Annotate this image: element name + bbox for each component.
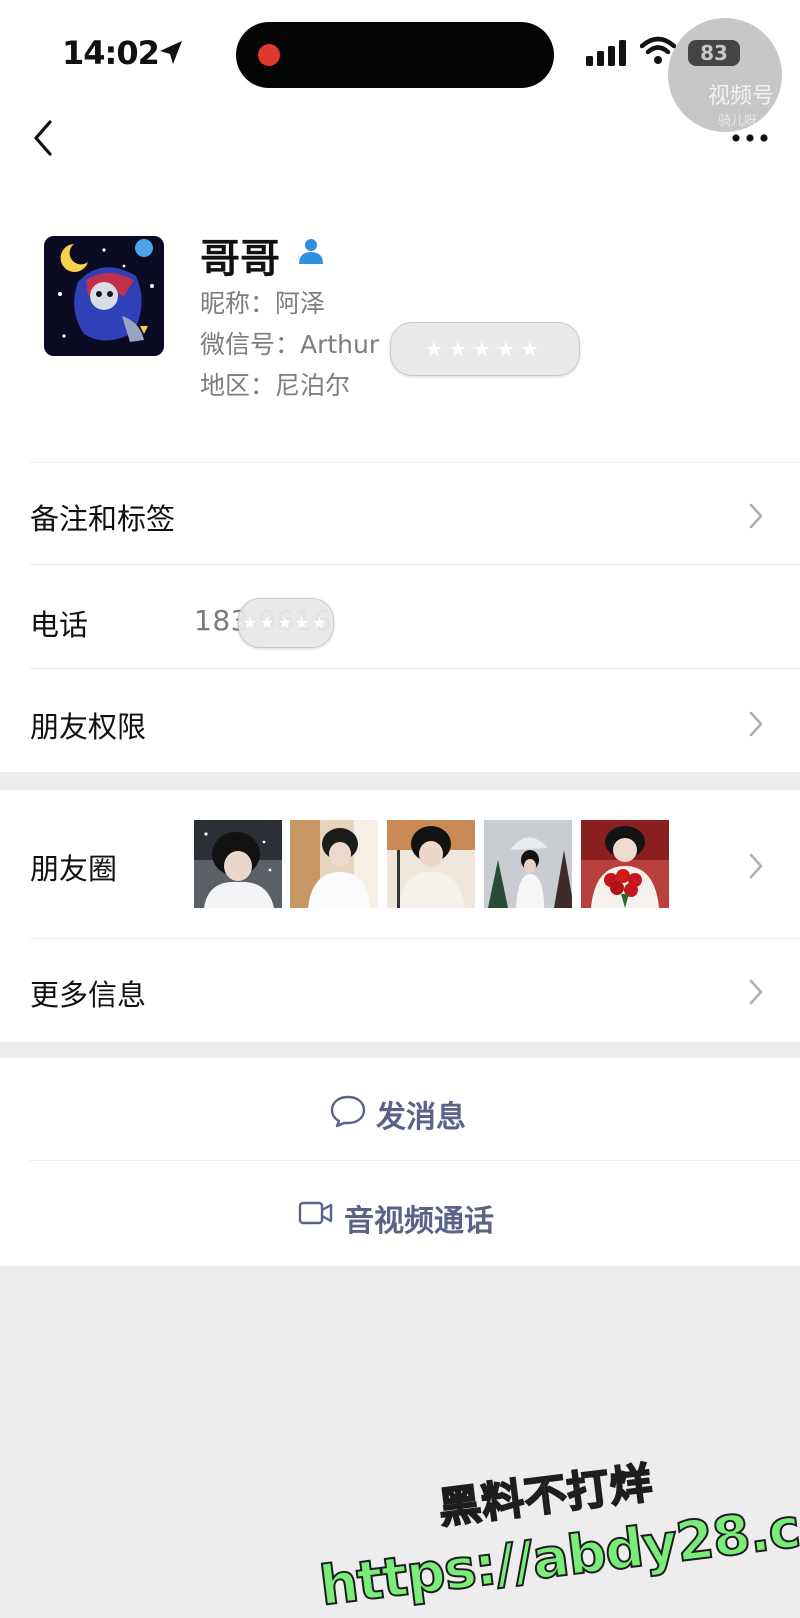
avatar-image [44, 236, 164, 356]
region: 地区：尼泊尔 [200, 371, 351, 400]
chevron-right-icon [749, 711, 763, 737]
send-message-button[interactable]: 发消息 [376, 1092, 466, 1136]
badge-subtitle: 骑儿呀 [718, 114, 758, 129]
divider [30, 564, 800, 565]
contact-profile-screen: 14:02 83 视频号 骑儿呀 哥哥 昵称：阿泽 微信号：Arthur ★★★… [0, 0, 800, 1618]
location-arrow-icon [160, 41, 182, 64]
wechat-id-mask: ★★★★★ [390, 322, 580, 376]
phone-mask: ★★★★★ [238, 598, 334, 648]
more-info-row[interactable]: 更多信息 [30, 972, 146, 1014]
moments-row[interactable]: 朋友圈 [30, 846, 117, 888]
contact-name: 哥哥 [200, 236, 280, 282]
signal-icon [586, 40, 626, 66]
badge-title: 视频号 [708, 84, 775, 109]
friend-permissions-row[interactable]: 朋友权限 [30, 704, 146, 746]
remark-tags-row[interactable]: 备注和标签 [30, 496, 175, 538]
wechat-id[interactable]: 微信号：Arthur [200, 325, 379, 361]
chevron-right-icon [749, 979, 763, 1005]
floating-video-badge[interactable]: 视频号 骑儿呀 [668, 18, 782, 132]
chat-bubble-icon [330, 1095, 366, 1128]
nickname: 昵称：阿泽 [200, 289, 326, 318]
divider [30, 938, 800, 939]
chevron-right-icon [749, 503, 763, 529]
phone-label: 电话 [30, 608, 89, 642]
av-call-button[interactable]: 音视频通话 [344, 1196, 494, 1240]
moments-thumbnail[interactable] [290, 820, 378, 908]
more-icon[interactable] [730, 132, 770, 144]
status-time: 14:02 [62, 34, 160, 72]
video-camera-icon [298, 1201, 333, 1225]
profile-section-bg [0, 0, 800, 772]
moments-thumbnail[interactable] [484, 820, 572, 908]
moments-thumbnail[interactable] [387, 820, 475, 908]
dynamic-island [236, 22, 554, 88]
divider [30, 462, 800, 463]
verify-icon [299, 239, 323, 264]
chevron-right-icon [749, 853, 763, 879]
divider [30, 1160, 800, 1161]
recording-dot [258, 44, 280, 66]
divider [30, 668, 800, 669]
back-icon[interactable] [30, 118, 56, 158]
moments-thumbnail[interactable] [581, 820, 669, 908]
moments-thumbnail[interactable] [194, 820, 282, 908]
avatar[interactable] [44, 236, 164, 356]
